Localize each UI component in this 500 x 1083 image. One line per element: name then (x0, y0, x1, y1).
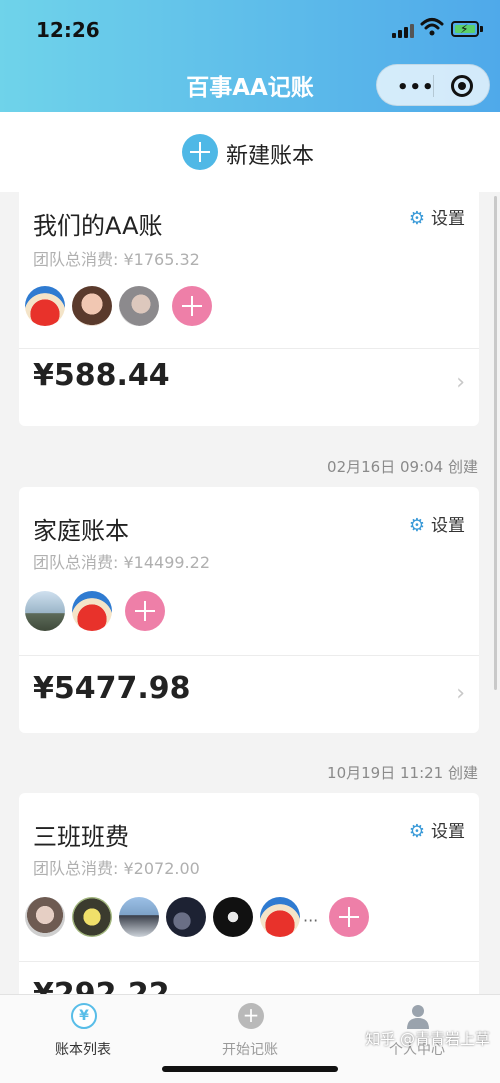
gear-icon: ⚙ (408, 821, 425, 842)
add-member-button[interactable] (172, 286, 212, 326)
yuan-icon: ¥ (71, 1003, 97, 1029)
avatar[interactable] (72, 286, 112, 326)
avatar[interactable] (260, 897, 300, 937)
ledger-name: 三班班费 (33, 823, 129, 851)
avatar[interactable] (119, 897, 159, 937)
gear-icon: ⚙ (408, 515, 425, 536)
avatar[interactable] (213, 897, 253, 937)
app-header: 12:26 ⚡ 百事AA记账 ••• (0, 0, 500, 112)
divider (19, 961, 479, 962)
team-total: 团队总消费: ¥2072.00 (33, 859, 200, 878)
ledger-settings-button[interactable]: ⚙ 设置 (409, 511, 465, 536)
team-total: 团队总消费: ¥14499.22 (33, 553, 211, 572)
ledger-card[interactable]: 家庭账本 团队总消费: ¥14499.22 ⚙ 设置 ¥5477.98 › (19, 487, 479, 733)
avatar[interactable] (25, 897, 65, 937)
plus-icon: + (238, 1003, 264, 1029)
ledger-name: 我们的AA账 (33, 212, 163, 240)
tab-label: 开始记账 (222, 1042, 278, 1058)
wifi-icon (420, 18, 444, 36)
created-time: 10月19日 11:21 创建 (327, 764, 478, 782)
battery-icon: ⚡ (451, 21, 479, 37)
ledger-settings-button[interactable]: ⚙ 设置 (409, 204, 465, 229)
ledger-name: 家庭账本 (33, 517, 129, 545)
ledger-settings-button[interactable]: ⚙ 设置 (409, 817, 465, 842)
chevron-right-icon: › (456, 370, 465, 395)
more-members-indicator: ··· (303, 911, 319, 930)
my-share-amount: ¥588.44 (33, 358, 170, 393)
divider (19, 348, 479, 349)
scrollbar[interactable] (494, 196, 497, 690)
avatar[interactable] (119, 286, 159, 326)
divider (19, 655, 479, 656)
close-miniprogram-button[interactable] (451, 75, 473, 97)
home-indicator[interactable] (162, 1066, 338, 1072)
avatar[interactable] (72, 897, 112, 937)
settings-label: 设置 (431, 516, 465, 536)
avatar[interactable] (25, 286, 65, 326)
ledger-card[interactable]: 我们的AA账 团队总消费: ¥1765.32 ⚙ 设置 ¥588.44 › (19, 192, 479, 426)
battery-tip (480, 26, 483, 32)
more-menu-button[interactable]: ••• (397, 77, 435, 98)
avatar[interactable] (166, 897, 206, 937)
tab-label: 账本列表 (55, 1042, 111, 1058)
gear-icon: ⚙ (408, 208, 425, 229)
avatar[interactable] (25, 591, 65, 631)
created-time: 02月16日 09:04 创建 (327, 458, 478, 476)
signal-icon (392, 22, 414, 38)
add-member-button[interactable] (125, 591, 165, 631)
status-time: 12:26 (36, 18, 100, 42)
add-member-button[interactable] (329, 897, 369, 937)
my-share-amount: ¥5477.98 (33, 671, 191, 706)
chevron-right-icon: › (456, 681, 465, 706)
new-ledger-label: 新建账本 (226, 144, 315, 169)
capsule-divider (433, 75, 434, 97)
plus-icon (182, 134, 218, 170)
avatar[interactable] (72, 591, 112, 631)
status-bar: 12:26 ⚡ (0, 0, 500, 56)
watermark: 知乎 @青青岩上草 (365, 1030, 490, 1048)
settings-label: 设置 (431, 209, 465, 229)
user-icon (405, 1003, 431, 1029)
miniprogram-capsule: ••• (376, 64, 490, 106)
team-total: 团队总消费: ¥1765.32 (33, 250, 200, 269)
settings-label: 设置 (431, 822, 465, 842)
